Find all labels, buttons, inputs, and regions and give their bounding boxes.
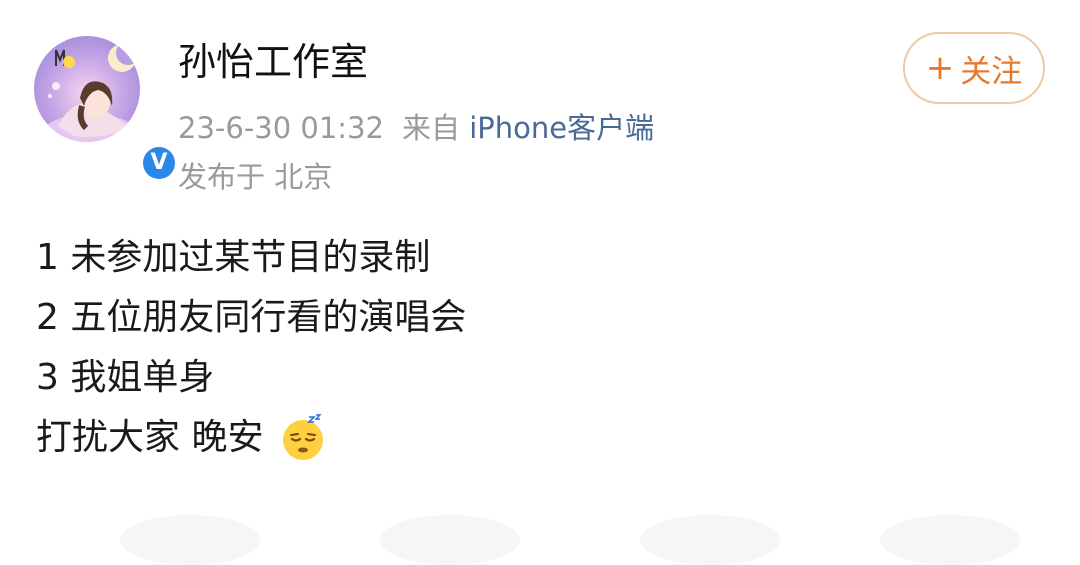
post-line-1: 1 未参加过某节目的录制 [36, 237, 431, 278]
preview-shape [380, 515, 520, 565]
avatar-image [42, 41, 140, 142]
avatar[interactable] [34, 36, 140, 142]
preview-shape [120, 515, 260, 565]
source-client-link[interactable]: iPhone客户端 [469, 111, 654, 145]
source-prefix: 来自 [401, 111, 460, 145]
preview-shape [640, 515, 780, 565]
post-location: 发布于 北京 [178, 160, 333, 194]
post-line-4: 打扰大家 晚安 [36, 408, 1016, 468]
plus-icon: + [925, 48, 955, 88]
author-avatar-group[interactable]: V [34, 36, 178, 182]
sleeping-face-icon [283, 414, 324, 460]
preview-shape [880, 515, 1020, 565]
post-line-2: 2 五位朋友同行看的演唱会 [36, 297, 467, 338]
post-line-3: 3 我姐单身 [36, 357, 215, 398]
next-post-preview [0, 515, 1080, 565]
verified-badge: V [140, 144, 178, 182]
follow-label: 关注 [960, 53, 1023, 90]
author-name[interactable]: 孙怡工作室 [178, 38, 368, 86]
follow-button[interactable]: + 关注 [903, 32, 1045, 104]
verified-icon: V [143, 147, 175, 179]
post-line-4-text: 打扰大家 晚安 [36, 417, 264, 458]
post-timestamp: 23-6-30 01:32 [178, 111, 384, 145]
post-meta: 23-6-30 01:32 来自 iPhone客户端 [178, 108, 654, 148]
post-body: 1 未参加过某节目的录制 2 五位朋友同行看的演唱会 3 我姐单身 打扰大家 晚… [36, 228, 1016, 468]
